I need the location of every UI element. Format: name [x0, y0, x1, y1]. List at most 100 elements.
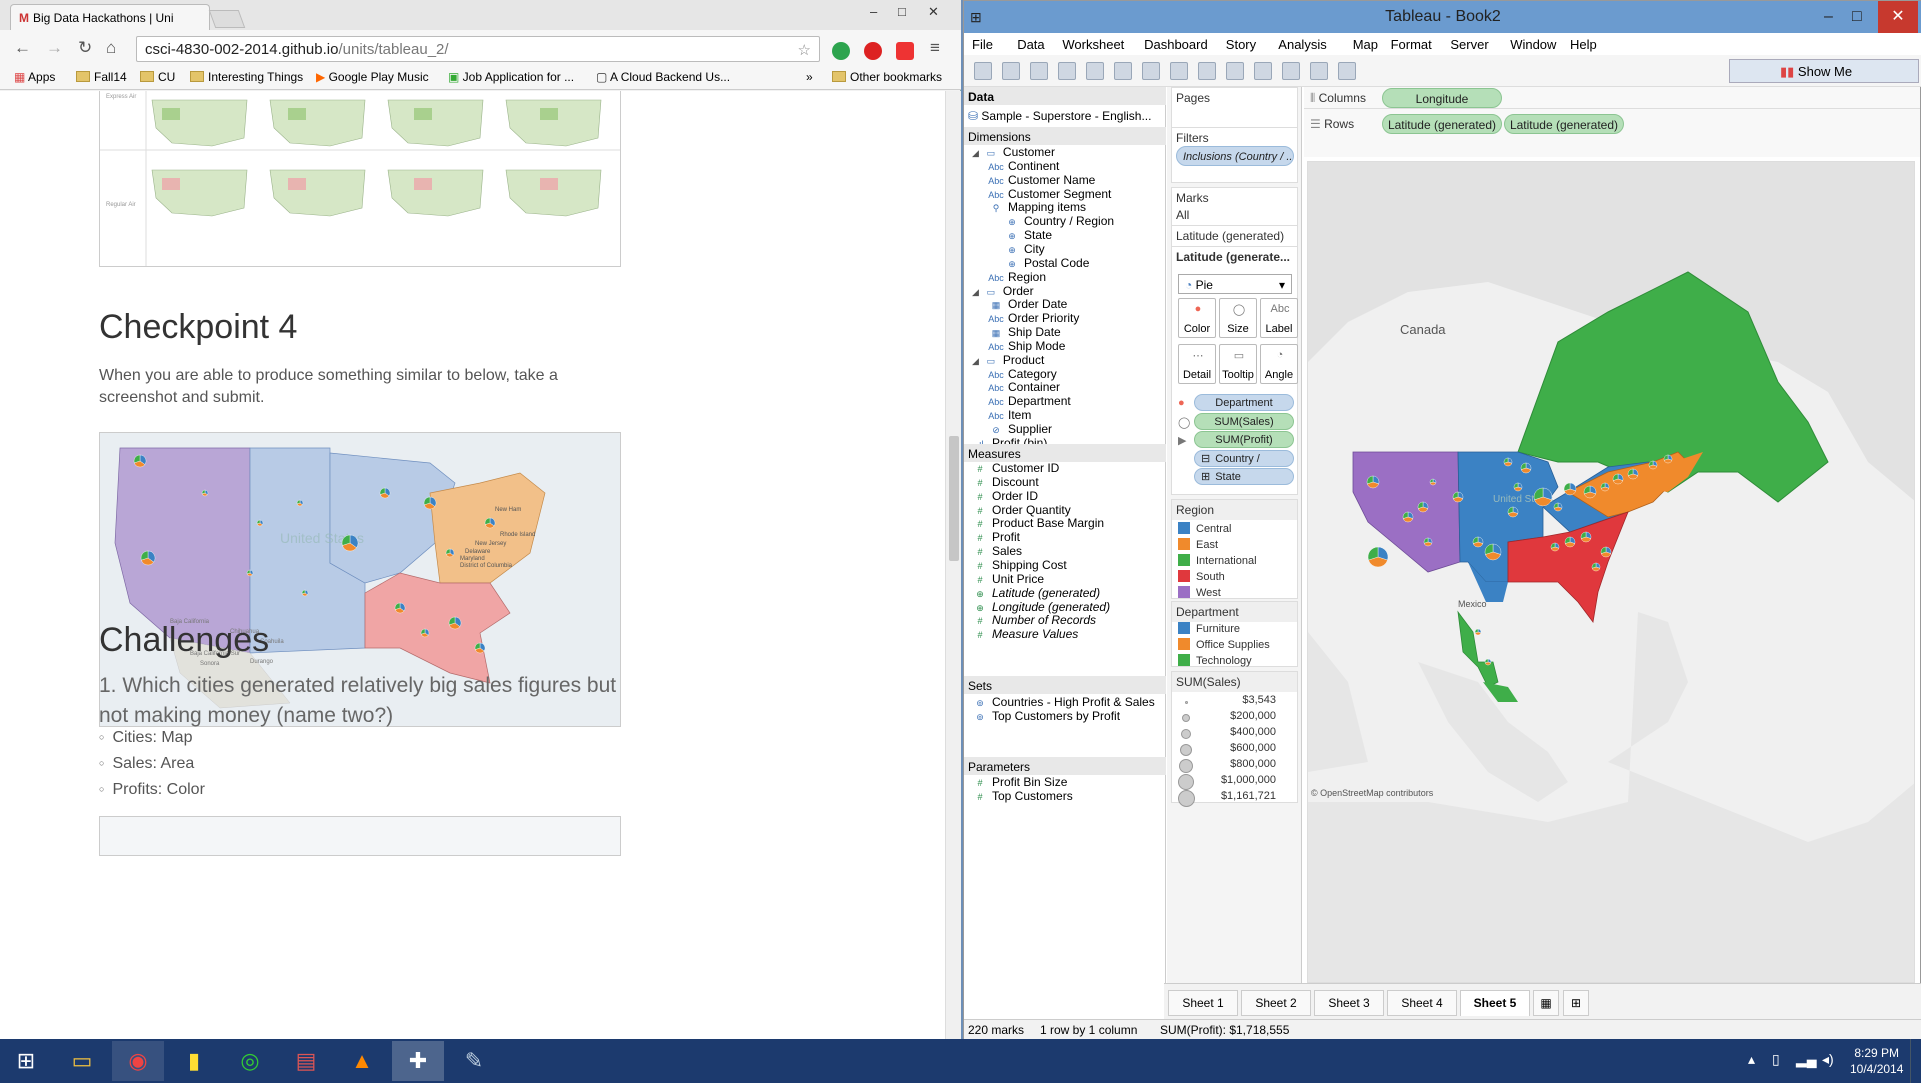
- signal-icon[interactable]: ▂▄: [1796, 1051, 1817, 1068]
- columns-pill[interactable]: Longitude (generated): [1382, 88, 1502, 126]
- bookmark-cloud[interactable]: ▢ A Cloud Backend Us...: [596, 70, 730, 84]
- dimension-mapping-items[interactable]: ⚲ Mapping items: [988, 200, 1086, 214]
- bookmark-interesting[interactable]: Interesting Things: [190, 70, 303, 84]
- mark-pill-state[interactable]: ⊞ State: [1194, 468, 1294, 486]
- bookmark-play-music[interactable]: ▶ Google Play Music: [316, 70, 429, 84]
- star-icon[interactable]: ☆: [798, 41, 811, 59]
- dimension-order-date[interactable]: ▦ Order Date: [988, 297, 1068, 311]
- dimension-continent[interactable]: Abc Continent: [988, 159, 1059, 173]
- dimension-postal-code[interactable]: ⊕ Postal Code: [1004, 256, 1089, 270]
- measure-discount[interactable]: # Discount: [972, 475, 1038, 489]
- mark-pill-sum-sales-[interactable]: SUM(Sales): [1194, 412, 1294, 430]
- measure-number-of-records[interactable]: # Number of Records: [972, 613, 1096, 627]
- menu-window[interactable]: Window: [1510, 37, 1556, 52]
- dimension-region[interactable]: Abc Region: [988, 270, 1046, 284]
- clear-icon[interactable]: [1142, 62, 1160, 80]
- measure-unit-price[interactable]: # Unit Price: [972, 572, 1044, 586]
- mark-tooltip-button[interactable]: ▭ Tooltip: [1219, 344, 1257, 384]
- measure-sales[interactable]: # Sales: [972, 544, 1022, 558]
- dimension-ship-mode[interactable]: Abc Ship Mode: [988, 339, 1065, 353]
- new-dashboard-tab[interactable]: ⊞: [1563, 990, 1589, 1016]
- data-source[interactable]: ⛁ Sample - Superstore - English...: [968, 109, 1162, 123]
- expand-icon[interactable]: ⊞: [1201, 471, 1210, 483]
- menu-server[interactable]: Server: [1450, 37, 1488, 52]
- marks-lat2-tab[interactable]: Latitude (generate...: [1172, 246, 1297, 267]
- winrar-icon[interactable]: ▤: [280, 1041, 332, 1081]
- filters-card[interactable]: Filters Inclusions (Country / ..: [1171, 127, 1298, 183]
- dimension-product[interactable]: ◢ ▭ Product: [972, 353, 1044, 367]
- dimension-ship-date[interactable]: ▦ Ship Date: [988, 325, 1061, 339]
- filter-pill[interactable]: Inclusions (Country / ..: [1176, 146, 1294, 166]
- fit-icon[interactable]: [1310, 62, 1328, 80]
- menu-format[interactable]: Format: [1391, 37, 1432, 52]
- measure-order-quantity[interactable]: # Order Quantity: [972, 503, 1070, 517]
- legend-item-south[interactable]: South: [1178, 570, 1225, 583]
- bookmark-job[interactable]: ▣ Job Application for ...: [448, 70, 574, 84]
- legend-item-west[interactable]: West: [1178, 586, 1221, 599]
- home-icon[interactable]: ⌂: [106, 38, 116, 58]
- rows-shelf[interactable]: ☰ Rows Latitude (generated) Latitude (ge…: [1304, 113, 1920, 135]
- legend-item-office-supplies[interactable]: Office Supplies: [1178, 638, 1270, 651]
- new-worksheet-tab[interactable]: ▦: [1533, 990, 1559, 1016]
- sort-desc-icon[interactable]: [1226, 62, 1244, 80]
- tableau-minimize[interactable]: –: [1824, 1, 1833, 33]
- bookmarks-overflow[interactable]: »: [806, 70, 813, 84]
- duplicate-icon[interactable]: [1114, 62, 1132, 80]
- mark-pill-country-region[interactable]: ⊟Country / Region: [1194, 449, 1294, 481]
- mark-type-select[interactable]: ◔ Pie ▾: [1178, 274, 1292, 294]
- presentation-icon[interactable]: [1338, 62, 1356, 80]
- menu-dashboard[interactable]: Dashboard: [1144, 37, 1208, 52]
- forward-icon[interactable]: →: [46, 38, 63, 58]
- dimension-order-priority[interactable]: Abc Order Priority: [988, 311, 1079, 325]
- new-datasource-icon[interactable]: [1058, 62, 1076, 80]
- measure-customer-id[interactable]: # Customer ID: [972, 461, 1059, 475]
- label-icon[interactable]: [1282, 62, 1300, 80]
- parameter-item[interactable]: # Top Customers: [972, 789, 1072, 803]
- swap-icon[interactable]: [1170, 62, 1188, 80]
- set-item[interactable]: ⊚ Countries - High Profit & Sales: [972, 695, 1155, 709]
- menu-worksheet[interactable]: Worksheet: [1062, 37, 1124, 52]
- tableau-maximize[interactable]: □: [1852, 1, 1862, 33]
- measure-product-base-margin[interactable]: # Product Base Margin: [972, 516, 1104, 530]
- dimension-department[interactable]: Abc Department: [988, 394, 1070, 408]
- menu-story[interactable]: Story: [1226, 37, 1256, 52]
- maximize-button[interactable]: □: [898, 4, 906, 19]
- dimension-category[interactable]: Abc Category: [988, 367, 1056, 381]
- new-tab-button[interactable]: [208, 10, 246, 28]
- spotify-icon[interactable]: ◎: [224, 1041, 276, 1081]
- volume-icon[interactable]: ◂): [1822, 1051, 1834, 1068]
- sheet-tab-4[interactable]: Sheet 4: [1387, 990, 1457, 1016]
- mark-label-button[interactable]: Abc Label: [1260, 298, 1298, 338]
- forward-icon[interactable]: [1002, 62, 1020, 80]
- matlab-icon[interactable]: ▲: [336, 1041, 388, 1081]
- tray-arrow-icon[interactable]: ▴: [1748, 1051, 1755, 1068]
- legend-item-furniture[interactable]: Furniture: [1178, 622, 1240, 635]
- legend-item-international[interactable]: International: [1178, 554, 1257, 567]
- back-icon[interactable]: [974, 62, 992, 80]
- measure-shipping-cost[interactable]: # Shipping Cost: [972, 558, 1066, 572]
- page-scrollbar[interactable]: [945, 91, 961, 1039]
- minimize-button[interactable]: –: [870, 4, 877, 19]
- dimension-container[interactable]: Abc Container: [988, 380, 1060, 394]
- bookmark-other[interactable]: Other bookmarks: [832, 70, 942, 84]
- bookmark-apps[interactable]: ▦ Apps: [14, 70, 55, 84]
- marks-all-tab[interactable]: All: [1172, 208, 1297, 225]
- extension-pin-icon[interactable]: [832, 42, 850, 60]
- paint-icon[interactable]: ✎: [448, 1041, 500, 1081]
- mark-color-button[interactable]: ● Color: [1178, 298, 1216, 338]
- chrome-menu-icon[interactable]: ≡: [930, 38, 940, 58]
- sheet-tab-2[interactable]: Sheet 2: [1241, 990, 1311, 1016]
- dimension-state[interactable]: ⊕ State: [1004, 228, 1052, 242]
- show-desktop-button[interactable]: [1910, 1039, 1921, 1083]
- measure-latitude-generated-[interactable]: ⊕ Latitude (generated): [972, 586, 1100, 600]
- marks-lat1-tab[interactable]: Latitude (generated): [1172, 225, 1297, 246]
- close-button[interactable]: ✕: [928, 4, 939, 20]
- tray-device-icon[interactable]: ▯: [1772, 1051, 1780, 1068]
- measure-order-id[interactable]: # Order ID: [972, 489, 1038, 503]
- dimension-order[interactable]: ◢ ▭ Order: [972, 284, 1034, 298]
- legend-item-central[interactable]: Central: [1178, 522, 1231, 535]
- collapse-icon[interactable]: ⊟: [1201, 453, 1210, 465]
- scrollbar-thumb[interactable]: [949, 436, 959, 561]
- measure-longitude-generated-[interactable]: ⊕ Longitude (generated): [972, 600, 1110, 614]
- extension-adblock-icon[interactable]: [864, 42, 882, 60]
